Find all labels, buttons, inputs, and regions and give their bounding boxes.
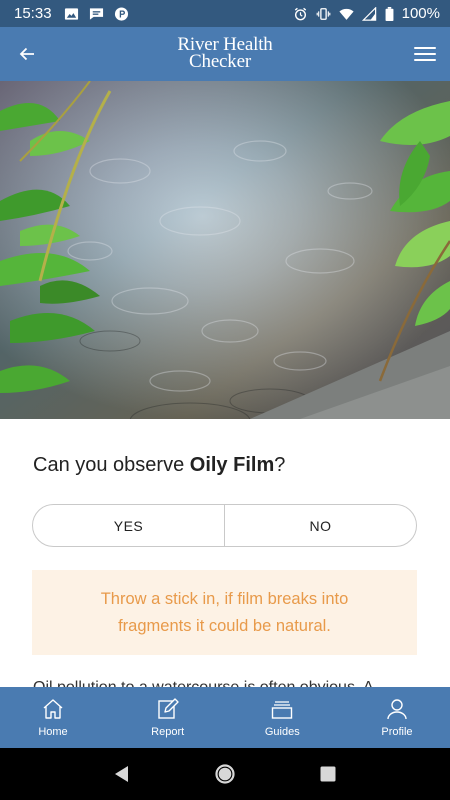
tab-home[interactable]: Home <box>8 687 98 748</box>
nav-home-button[interactable] <box>205 754 245 794</box>
tab-report[interactable]: Report <box>123 687 213 748</box>
vibrate-icon <box>316 7 330 20</box>
hero-photo <box>0 81 450 419</box>
nav-recents-button[interactable] <box>308 754 348 794</box>
battery-percent: 100% <box>401 5 440 22</box>
question-text: Can you observe Oily Film? <box>33 454 285 477</box>
status-bar: 15:33 100% <box>0 0 450 27</box>
wifi-icon <box>339 8 354 20</box>
tip-text: Throw a stick in, if film breaks into fr… <box>100 589 349 635</box>
question-suffix: ? <box>274 454 286 476</box>
status-right: 100% <box>293 5 440 22</box>
p-app-icon <box>114 6 128 21</box>
tab-guides[interactable]: Guides <box>237 687 327 748</box>
message-icon <box>89 7 103 20</box>
tab-profile[interactable]: Profile <box>352 687 442 748</box>
tab-guides-label: Guides <box>264 726 300 738</box>
app-brand-logo: River Health Checker <box>0 35 450 72</box>
menu-button[interactable] <box>414 41 436 67</box>
tab-profile-label: Profile <box>381 726 413 738</box>
screen: 15:33 100% River Health Checker Can you … <box>0 0 450 800</box>
alarm-icon <box>294 7 306 20</box>
status-left: 15:33 <box>14 5 129 22</box>
app-header: River Health Checker <box>0 27 450 81</box>
status-time: 15:33 <box>14 5 52 22</box>
tab-report-label: Report <box>151 726 185 738</box>
image-icon <box>64 7 78 20</box>
hamburger-menu-icon <box>414 47 436 49</box>
bottom-tab-bar: Home Report Guides Profile <box>0 687 450 748</box>
system-nav-bar <box>0 748 450 800</box>
battery-icon <box>385 6 394 21</box>
nav-back-icon <box>114 766 128 782</box>
nav-home-icon <box>215 764 235 784</box>
tip-box: Throw a stick in, if film breaks into fr… <box>32 570 417 655</box>
edit-icon <box>157 698 179 719</box>
no-button[interactable]: NO <box>224 505 416 546</box>
nav-back-button[interactable] <box>102 754 142 794</box>
yes-button[interactable]: YES <box>33 505 224 546</box>
recents-icon <box>320 766 336 782</box>
yes-no-toggle: YES NO <box>32 504 417 547</box>
question-subject: Oily Film <box>189 454 275 476</box>
brand-line2: Checker <box>189 51 251 72</box>
guides-icon <box>272 701 293 719</box>
profile-icon <box>387 699 407 720</box>
question-prefix: Can you observe <box>33 454 190 476</box>
signal-icon <box>361 6 376 21</box>
tab-home-label: Home <box>38 726 68 738</box>
home-icon <box>43 699 63 719</box>
